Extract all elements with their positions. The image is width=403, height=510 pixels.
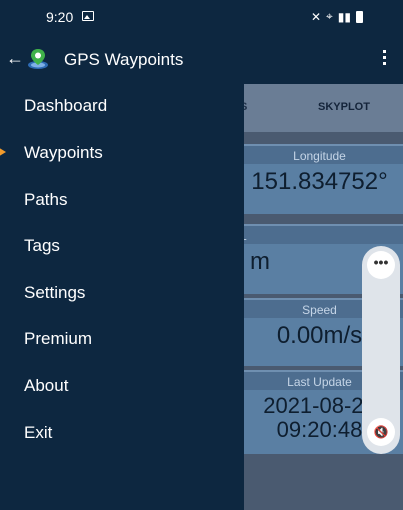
longitude-tile: Longitude 151.834752° [236,144,403,214]
drawer-item-paths[interactable]: Paths [24,190,67,210]
status-icons: ✕ ⌖ ▮▮ [311,9,363,24]
navigation-drawer: Dashboard Waypoints Paths Tags Settings … [0,84,244,510]
image-icon [82,11,94,21]
battery-icon [356,10,363,23]
app-title: GPS Waypoints [64,50,184,69]
tile-label: L [236,226,403,244]
drawer-item-exit[interactable]: Exit [24,423,52,443]
status-time: 9:20 [46,9,74,25]
app-bar: ← GPS Waypoints [0,34,403,84]
tab-skyplot[interactable]: SKYPLOT [318,101,370,113]
tile-label: Longitude [236,146,403,164]
volume-panel[interactable]: ••• 🔇 [362,246,400,454]
mute-icon[interactable]: 🔇 [367,418,395,446]
arrow-left-icon[interactable]: ← [6,48,24,69]
more-dots-icon[interactable]: ••• [367,251,395,279]
drawer-item-premium[interactable]: Premium [24,329,92,349]
status-bar: 9:20 ✕ ⌖ ▮▮ [0,0,403,34]
gps-logo-icon [28,49,48,69]
drawer-item-waypoints[interactable]: Waypoints [24,143,103,163]
pointer-arrow-icon [0,146,6,158]
drawer-item-tags[interactable]: Tags [24,236,60,256]
overflow-menu-icon[interactable] [374,48,394,70]
drawer-item-dashboard[interactable]: Dashboard [24,96,107,116]
longitude-value: 151.834752° [251,168,388,195]
location-icon: ⌖ [326,9,333,23]
signal-icon: ▮▮ [337,9,351,24]
drawer-item-settings[interactable]: Settings [24,283,85,303]
drawer-item-about[interactable]: About [24,376,68,396]
mute-icon: ✕ [310,9,322,24]
